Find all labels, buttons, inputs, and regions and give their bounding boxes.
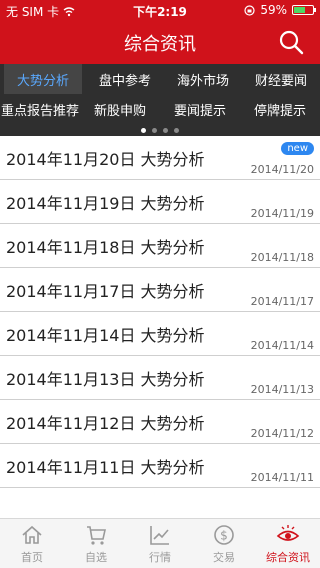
status-right: 59% bbox=[244, 3, 316, 17]
new-badge: new bbox=[281, 142, 314, 155]
search-icon[interactable] bbox=[278, 29, 304, 55]
tab-home[interactable]: 首页 bbox=[0, 519, 64, 568]
article-date: 2014/11/18 bbox=[250, 251, 314, 264]
tab-row-2: 重点报告推荐 新股申购 要闻提示 停牌提示 bbox=[0, 94, 320, 124]
battery-percent: 59% bbox=[260, 3, 287, 17]
article-title: 2014年11月18日 大势分析 bbox=[6, 238, 205, 257]
page-dot bbox=[163, 128, 168, 133]
list-item[interactable]: 2014年11月18日 大势分析 2014/11/18 bbox=[0, 224, 320, 268]
tab-label: 交易 bbox=[213, 550, 235, 564]
nav-bar: 综合资讯 bbox=[0, 20, 320, 64]
page-dot bbox=[152, 128, 157, 133]
tab-row-1: 大势分析 盘中参考 海外市场 财经要闻 bbox=[0, 64, 320, 94]
page-indicator bbox=[0, 128, 320, 133]
tab-row1-2[interactable]: 海外市场 bbox=[164, 64, 242, 94]
article-date: 2014/11/17 bbox=[250, 295, 314, 308]
article-date: 2014/11/14 bbox=[250, 339, 314, 352]
tab-label: 自选 bbox=[85, 550, 107, 564]
dollar-icon: $ bbox=[214, 524, 234, 545]
article-date: 2014/11/19 bbox=[250, 207, 314, 220]
rotation-lock-icon bbox=[244, 4, 255, 16]
tab-row2-2[interactable]: 要闻提示 bbox=[160, 94, 240, 124]
article-title: 2014年11月20日 大势分析 bbox=[6, 150, 205, 169]
tab-row2-0[interactable]: 重点报告推荐 bbox=[0, 94, 80, 124]
category-tabs: 大势分析 盘中参考 海外市场 财经要闻 重点报告推荐 新股申购 要闻提示 停牌提示 bbox=[0, 64, 320, 136]
page-dot bbox=[174, 128, 179, 133]
article-date: 2014/11/13 bbox=[250, 383, 314, 396]
list-item[interactable]: 2014年11月20日 大势分析 new 2014/11/20 bbox=[0, 136, 320, 180]
tab-chart[interactable]: 行情 bbox=[128, 519, 192, 568]
tab-cart[interactable]: 自选 bbox=[64, 519, 128, 568]
tab-label: 综合资讯 bbox=[266, 550, 310, 564]
article-title: 2014年11月17日 大势分析 bbox=[6, 282, 205, 301]
list-item[interactable]: 2014年11月13日 大势分析 2014/11/13 bbox=[0, 356, 320, 400]
svg-text:$: $ bbox=[220, 528, 228, 542]
article-title: 2014年11月11日 大势分析 bbox=[6, 458, 205, 477]
list-item[interactable]: 2014年11月11日 大势分析 2014/11/11 bbox=[0, 444, 320, 488]
tab-row1-0[interactable]: 大势分析 bbox=[4, 64, 82, 94]
list-item[interactable]: 2014年11月14日 大势分析 2014/11/14 bbox=[0, 312, 320, 356]
list-item[interactable]: 2014年11月17日 大势分析 2014/11/17 bbox=[0, 268, 320, 312]
article-title: 2014年11月14日 大势分析 bbox=[6, 326, 205, 345]
tab-label: 首页 bbox=[21, 550, 43, 564]
battery-icon bbox=[292, 5, 316, 15]
bottom-tab-bar: 首页 自选 行情 $ 交易 综合资讯 bbox=[0, 518, 320, 568]
tab-dollar[interactable]: $ 交易 bbox=[192, 519, 256, 568]
eye-icon bbox=[276, 524, 300, 541]
page-dot bbox=[141, 128, 146, 133]
page-title: 综合资讯 bbox=[124, 34, 196, 55]
article-date: 2014/11/11 bbox=[250, 471, 314, 484]
article-date: 2014/11/20 bbox=[250, 163, 314, 176]
list-item[interactable]: 2014年11月12日 大势分析 2014/11/12 bbox=[0, 400, 320, 444]
tab-label: 行情 bbox=[149, 550, 171, 564]
article-title: 2014年11月19日 大势分析 bbox=[6, 194, 205, 213]
tab-row2-1[interactable]: 新股申购 bbox=[80, 94, 160, 124]
tab-row1-3[interactable]: 财经要闻 bbox=[242, 64, 320, 94]
article-date: 2014/11/12 bbox=[250, 427, 314, 440]
chart-icon bbox=[150, 525, 169, 545]
list-item[interactable]: 2014年11月19日 大势分析 2014/11/19 bbox=[0, 180, 320, 224]
tab-row2-3[interactable]: 停牌提示 bbox=[240, 94, 320, 124]
article-title: 2014年11月12日 大势分析 bbox=[6, 414, 205, 433]
status-bar: 无 SIM 卡 下午2:19 59% bbox=[0, 0, 320, 20]
article-list: 2014年11月20日 大势分析 new 2014/11/20 2014年11月19日… bbox=[0, 136, 320, 488]
article-title: 2014年11月13日 大势分析 bbox=[6, 370, 205, 389]
tab-eye[interactable]: 综合资讯 bbox=[256, 519, 320, 568]
tab-row1-1[interactable]: 盘中参考 bbox=[86, 64, 164, 94]
home-icon bbox=[22, 525, 42, 544]
cart-icon bbox=[87, 525, 106, 545]
